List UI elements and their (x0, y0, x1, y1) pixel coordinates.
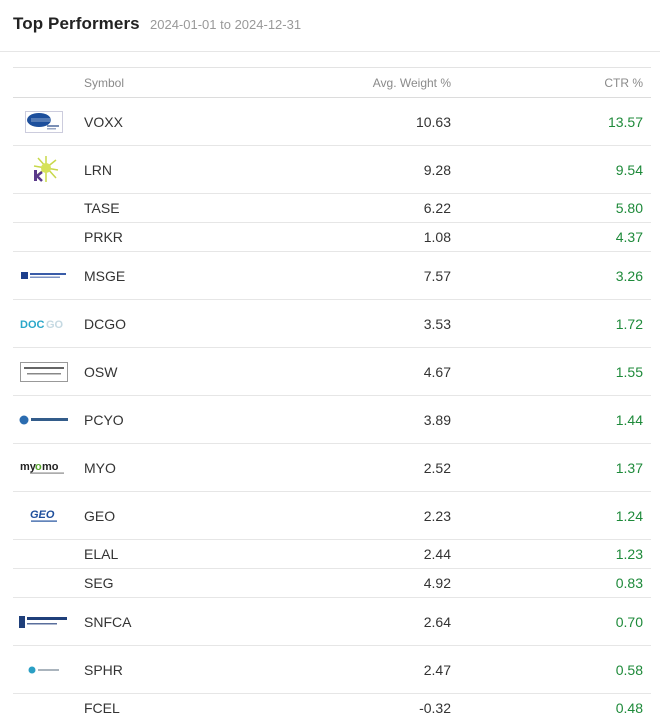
voxx-logo-icon (18, 108, 70, 136)
weight-cell: 7.57 (423, 267, 451, 284)
table-row[interactable]: OSW 4.67 1.55 (13, 348, 651, 396)
performers-table: Symbol Avg. Weight % CTR % VOXX 10.63 13… (13, 67, 651, 722)
symbol-cell[interactable]: PCYO (84, 412, 124, 428)
table-row[interactable]: ELAL 2.44 1.23 (13, 540, 651, 569)
symbol-cell[interactable]: TASE (84, 200, 120, 216)
symbol-cell[interactable]: SEG (84, 575, 114, 591)
table-row[interactable]: FCEL -0.32 0.48 (13, 694, 651, 722)
weight-cell: 2.47 (423, 661, 451, 678)
symbol-cell[interactable]: DCGO (84, 316, 126, 332)
table-row[interactable]: SPHR 2.47 0.58 (13, 646, 651, 694)
msge-logo-icon (18, 262, 70, 290)
ctr-cell: 0.58 (615, 661, 643, 678)
ctr-cell: 1.72 (615, 315, 643, 332)
ctr-cell: 1.55 (615, 363, 643, 380)
weight-cell: 9.28 (423, 161, 451, 178)
ctr-cell: 1.37 (615, 459, 643, 476)
table-row[interactable]: SEG 4.92 0.83 (13, 569, 651, 598)
panel-header: Top Performers 2024-01-01 to 2024-12-31 (0, 0, 660, 52)
weight-cell: 4.67 (423, 363, 451, 380)
column-header-ctr[interactable]: CTR % (604, 76, 643, 90)
table-row[interactable]: PCYO 3.89 1.44 (13, 396, 651, 444)
ctr-cell: 1.23 (615, 546, 643, 562)
ctr-cell: 13.57 (607, 113, 643, 130)
osw-logo-icon (18, 358, 70, 386)
table-row[interactable]: TASE 6.22 5.80 (13, 194, 651, 223)
ctr-cell: 4.37 (615, 229, 643, 245)
svg-text:DOC: DOC (20, 319, 45, 330)
svg-text:mo: mo (42, 461, 59, 473)
symbol-cell[interactable]: FCEL (84, 700, 120, 716)
ctr-cell: 0.70 (615, 613, 643, 630)
table-row[interactable]: VOXX 10.63 13.57 (13, 98, 651, 146)
panel-title: Top Performers (13, 14, 140, 33)
ctr-cell: 9.54 (615, 161, 643, 178)
table-row[interactable]: DOC GO DCGO 3.53 1.72 (13, 300, 651, 348)
date-range: 2024-01-01 to 2024-12-31 (150, 17, 302, 32)
weight-cell: 6.22 (423, 200, 451, 216)
sphr-logo-icon (18, 656, 70, 684)
ctr-cell: 5.80 (615, 200, 643, 216)
table-header: Symbol Avg. Weight % CTR % (13, 68, 651, 98)
symbol-cell[interactable]: SPHR (84, 662, 123, 678)
weight-cell: 1.08 (423, 229, 451, 245)
weight-cell: 2.52 (423, 459, 451, 476)
lrn-logo-icon (18, 155, 70, 184)
symbol-cell[interactable]: LRN (84, 162, 112, 178)
weight-cell: 3.89 (423, 411, 451, 428)
column-header-weight[interactable]: Avg. Weight % (373, 76, 451, 90)
weight-cell: 2.44 (423, 546, 451, 562)
symbol-cell[interactable]: ELAL (84, 546, 118, 562)
svg-text:GO: GO (46, 319, 64, 330)
weight-cell: 10.63 (415, 113, 451, 130)
table-row[interactable]: GEO GEO 2.23 1.24 (13, 492, 651, 540)
weight-cell: 3.53 (423, 315, 451, 332)
ctr-cell: 1.24 (615, 507, 643, 524)
pcyo-logo-icon (18, 406, 70, 434)
weight-cell: 2.64 (423, 613, 451, 630)
table-row[interactable]: LRN 9.28 9.54 (13, 146, 651, 194)
ctr-cell: 0.48 (615, 700, 643, 716)
ctr-cell: 3.26 (615, 267, 643, 284)
weight-cell: -0.32 (419, 700, 451, 716)
symbol-cell[interactable]: SNFCA (84, 614, 131, 630)
symbol-cell[interactable]: OSW (84, 364, 117, 380)
geo-logo-icon: GEO (18, 502, 70, 530)
symbol-cell[interactable]: MSGE (84, 268, 125, 284)
table-row[interactable]: SNFCA 2.64 0.70 (13, 598, 651, 646)
weight-cell: 4.92 (423, 575, 451, 591)
weight-cell: 2.23 (423, 507, 451, 524)
column-header-symbol[interactable]: Symbol (84, 76, 124, 90)
symbol-cell[interactable]: VOXX (84, 114, 123, 130)
dcgo-logo-icon: DOC GO (18, 310, 70, 338)
table-row[interactable]: my o mo MYO 2.52 1.37 (13, 444, 651, 492)
svg-text:o: o (35, 461, 42, 473)
svg-text:GEO: GEO (30, 509, 55, 521)
symbol-cell[interactable]: GEO (84, 508, 115, 524)
myo-logo-icon: my o mo (18, 454, 70, 482)
ctr-cell: 1.44 (615, 411, 643, 428)
table-row[interactable]: PRKR 1.08 4.37 (13, 223, 651, 252)
ctr-cell: 0.83 (615, 575, 643, 591)
symbol-cell[interactable]: MYO (84, 460, 116, 476)
symbol-cell[interactable]: PRKR (84, 229, 123, 245)
table-row[interactable]: MSGE 7.57 3.26 (13, 252, 651, 300)
snfca-logo-icon (18, 608, 70, 636)
